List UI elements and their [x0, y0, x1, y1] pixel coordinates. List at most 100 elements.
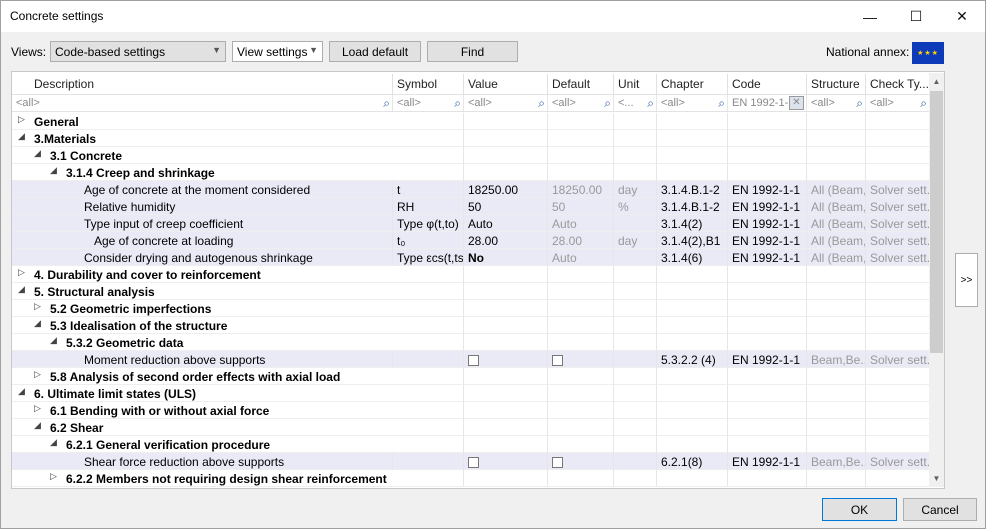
tree-group-row[interactable]: ▷ 5.2 Geometric imperfections — [12, 300, 930, 317]
search-icon[interactable]: ⌕ — [454, 96, 461, 111]
filter-description[interactable]: <all> ⌕ — [12, 95, 393, 111]
vertical-scrollbar[interactable]: ▲ ▼ — [929, 73, 944, 487]
expand-arrow-icon[interactable]: ▷ — [34, 403, 41, 414]
tree-group-row[interactable]: ◢ 3.1.4 Creep and shrinkage — [12, 164, 930, 181]
maximize-icon[interactable]: ☐ — [893, 1, 939, 32]
view-settings-dropdown[interactable]: View settings ▼ — [232, 41, 323, 62]
setting-row[interactable]: Age of concrete at loading t₀ 28.00 28.00 da… — [12, 232, 930, 249]
column-header-description[interactable]: Description — [12, 74, 393, 94]
cell-default: 18250.00 — [548, 181, 614, 198]
expand-arrow-icon[interactable]: ▷ — [18, 114, 25, 125]
tree-group-row[interactable]: ▷ General — [12, 113, 930, 130]
cell-value[interactable]: Auto — [464, 215, 548, 232]
tree-group-row[interactable]: ▷ 6.1 Bending with or without axial force — [12, 402, 930, 419]
setting-row[interactable]: Relative humidity RH 50 50% 3.1.4.B.1-2 EN 19… — [12, 198, 930, 215]
group-label: 6.2.2 Members not requiring design shear… — [66, 472, 387, 486]
column-header-default[interactable]: Default — [548, 74, 614, 94]
collapse-arrow-icon[interactable]: ◢ — [18, 284, 25, 295]
tree-group-row[interactable]: ◢ 5. Structural analysis — [12, 283, 930, 300]
search-icon[interactable]: ⌕ — [383, 96, 390, 111]
tree-group-row[interactable]: ◢ 5.3.2 Geometric data — [12, 334, 930, 351]
clear-filter-icon[interactable]: ✕ — [789, 96, 804, 110]
column-header-structure[interactable]: Structure — [807, 74, 866, 94]
grid-cell — [464, 300, 548, 317]
tree-group-row[interactable]: ▷ 4. Durability and cover to reinforcemen… — [12, 266, 930, 283]
cell-text: EN 1992-1-1 — [732, 183, 801, 197]
setting-row[interactable]: Moment reduction above supports 5.3.2.2 (… — [12, 351, 930, 368]
filter-code[interactable]: EN 1992-1- ✕ — [728, 95, 807, 111]
collapse-arrow-icon[interactable]: ◢ — [50, 165, 57, 176]
value-checkbox[interactable] — [468, 457, 479, 468]
cell-value[interactable] — [464, 453, 548, 470]
column-header-chapter[interactable]: Chapter — [657, 74, 728, 94]
collapse-arrow-icon[interactable]: ◢ — [34, 420, 41, 431]
expand-arrow-icon[interactable]: ▷ — [18, 267, 25, 278]
tree-group-row[interactable]: ◢ 3.1 Concrete — [12, 147, 930, 164]
chevron-down-icon: ▼ — [212, 45, 221, 55]
chevron-down-icon: ▼ — [309, 45, 318, 55]
eu-flag-icon[interactable]: ★★★ — [912, 42, 944, 64]
column-header-check[interactable]: Check Ty... — [866, 74, 930, 94]
search-icon[interactable]: ⌕ — [718, 96, 725, 111]
filter-chapter[interactable]: <all> ⌕ — [657, 95, 728, 111]
cell-value[interactable] — [464, 351, 548, 368]
collapse-arrow-icon[interactable]: ◢ — [50, 335, 57, 346]
cancel-button[interactable]: Cancel — [903, 498, 977, 521]
filter-symbol[interactable]: <all> ⌕ — [393, 95, 464, 111]
tree-group-row[interactable]: ◢ 6.2.1 General verification procedure — [12, 436, 930, 453]
setting-row[interactable]: Age of concrete at the moment considered… — [12, 181, 930, 198]
search-icon[interactable]: ⌕ — [604, 96, 611, 111]
collapse-arrow-icon[interactable]: ◢ — [34, 148, 41, 159]
filter-value[interactable]: <all> ⌕ — [464, 95, 548, 111]
cell-value[interactable]: 50 — [464, 198, 548, 215]
scroll-thumb[interactable] — [930, 91, 943, 353]
grid-cell — [464, 147, 548, 164]
tree-group-row[interactable]: ◢ 6.2 Shear — [12, 419, 930, 436]
scroll-up-icon[interactable]: ▲ — [929, 73, 944, 90]
tree-group-row[interactable]: ▷ 5.8 Analysis of second order effects wi… — [12, 368, 930, 385]
close-icon[interactable]: ✕ — [939, 1, 985, 32]
views-dropdown[interactable]: Code-based settings ▼ — [50, 41, 226, 62]
setting-row[interactable]: Type input of creep coefficient Type φ(t,… — [12, 215, 930, 232]
column-header-unit[interactable]: Unit — [614, 74, 657, 94]
filter-check[interactable]: <all> ⌕ — [866, 95, 930, 111]
load-default-button[interactable]: Load default — [329, 41, 421, 62]
search-icon[interactable]: ⌕ — [647, 96, 654, 111]
collapse-arrow-icon[interactable]: ◢ — [18, 386, 25, 397]
filter-default[interactable]: <all> ⌕ — [548, 95, 614, 111]
collapse-arrow-icon[interactable]: ◢ — [34, 318, 41, 329]
search-icon[interactable]: ⌕ — [538, 96, 545, 111]
column-header-value[interactable]: Value — [464, 74, 548, 94]
tree-group-row[interactable]: ▷ 6.2.2 Members not requiring design shea… — [12, 470, 930, 487]
expand-arrow-icon[interactable]: ▷ — [50, 471, 57, 482]
column-header-code[interactable]: Code — [728, 74, 807, 94]
value-checkbox[interactable] — [468, 355, 479, 366]
grid-cell — [807, 113, 866, 130]
tree-group-row[interactable]: ◢ 6. Ultimate limit states (ULS) — [12, 385, 930, 402]
ok-button[interactable]: OK — [822, 498, 897, 521]
expand-arrow-icon[interactable]: ▷ — [34, 369, 41, 380]
setting-row[interactable]: Shear force reduction above supports 6.2.… — [12, 453, 930, 470]
cell-symbol — [393, 351, 464, 368]
filter-structure[interactable]: <all> ⌕ — [807, 95, 866, 111]
search-icon[interactable]: ⌕ — [920, 96, 927, 111]
filter-unit[interactable]: <... ⌕ — [614, 95, 657, 111]
tree-group-row[interactable]: ◢ 3.Materials — [12, 130, 930, 147]
scroll-down-icon[interactable]: ▼ — [929, 470, 944, 487]
collapse-arrow-icon[interactable]: ◢ — [18, 131, 25, 142]
setting-row[interactable]: Consider drying and autogenous shrinkage… — [12, 249, 930, 266]
expand-panel-button[interactable]: >> — [955, 253, 978, 307]
cell-value[interactable]: No — [464, 249, 548, 266]
grid-cell — [866, 164, 930, 181]
grid-cell — [464, 113, 548, 130]
find-button[interactable]: Find — [427, 41, 518, 62]
cell-value[interactable]: 28.00 — [464, 232, 548, 249]
cell-value[interactable]: 18250.00 — [464, 181, 548, 198]
grid-cell — [728, 419, 807, 436]
collapse-arrow-icon[interactable]: ◢ — [50, 437, 57, 448]
search-icon[interactable]: ⌕ — [856, 96, 863, 111]
minimize-icon[interactable]: — — [847, 1, 893, 32]
column-header-symbol[interactable]: Symbol — [393, 74, 464, 94]
tree-group-row[interactable]: ◢ 5.3 Idealisation of the structure — [12, 317, 930, 334]
expand-arrow-icon[interactable]: ▷ — [34, 301, 41, 312]
